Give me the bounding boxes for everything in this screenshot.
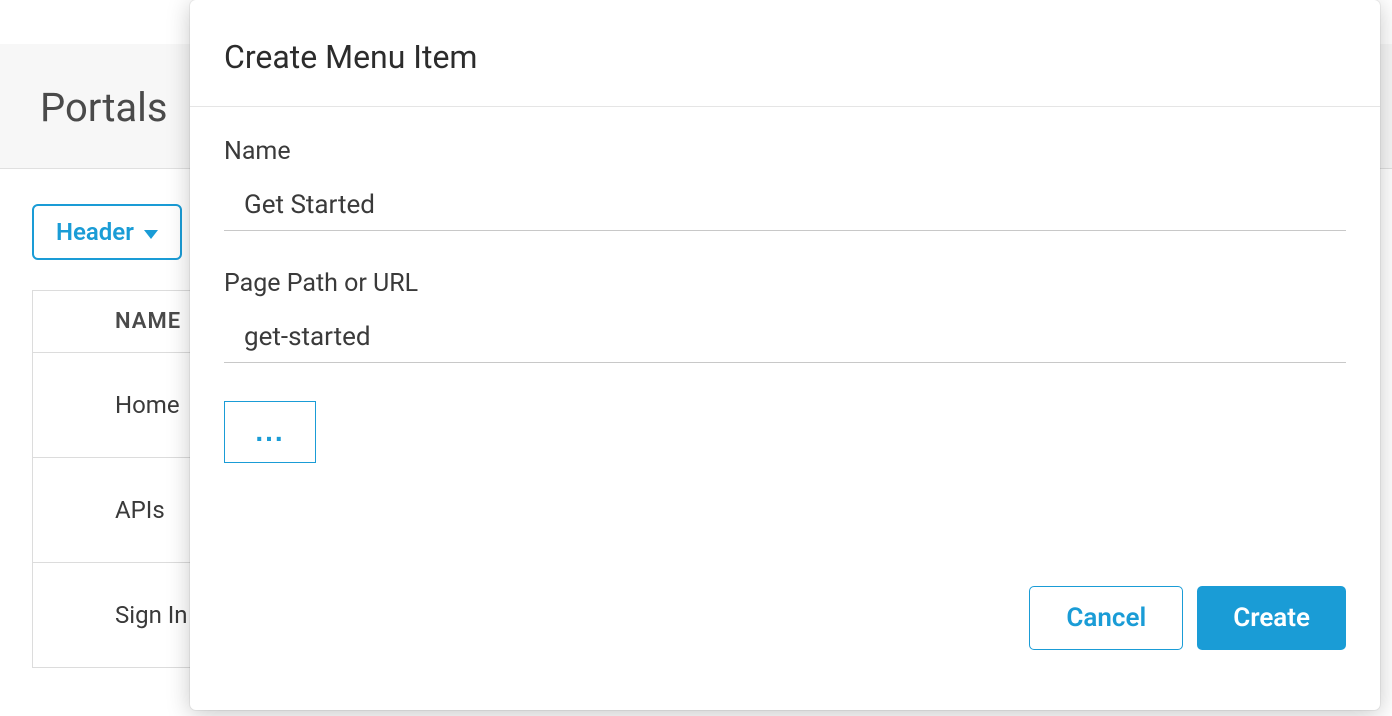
page-title: Portals bbox=[40, 84, 168, 131]
create-button[interactable]: Create bbox=[1197, 586, 1346, 650]
name-label: Name bbox=[224, 137, 1346, 166]
more-options-button[interactable]: ... bbox=[224, 401, 316, 463]
create-menu-item-modal: Create Menu Item Name Page Path or URL .… bbox=[190, 0, 1380, 710]
row-name: APIs bbox=[115, 496, 165, 524]
modal-title: Create Menu Item bbox=[190, 0, 1380, 107]
chevron-down-icon bbox=[144, 230, 158, 239]
name-input[interactable] bbox=[224, 180, 1346, 231]
header-dropdown[interactable]: Header bbox=[32, 204, 182, 260]
cancel-button[interactable]: Cancel bbox=[1029, 586, 1183, 650]
row-name: Home bbox=[115, 391, 180, 419]
path-input[interactable] bbox=[224, 312, 1346, 363]
header-dropdown-label: Header bbox=[56, 218, 134, 246]
row-name: Sign In bbox=[115, 601, 188, 629]
path-label: Page Path or URL bbox=[224, 269, 1346, 298]
